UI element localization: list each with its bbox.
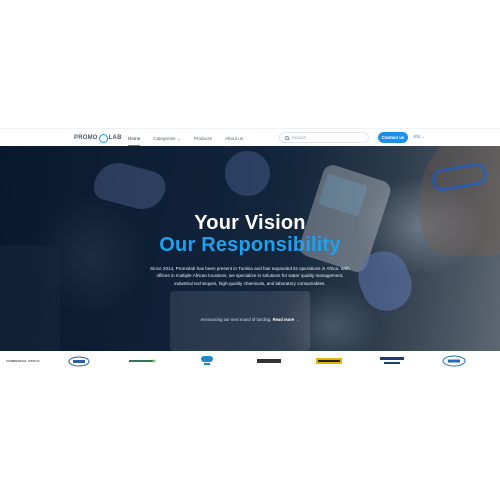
search-icon	[285, 135, 289, 140]
hebersel-logo-icon	[257, 359, 281, 363]
hero-description: Since 2014, Promolab has been present in…	[150, 266, 350, 286]
chevron-down-icon: ⌄	[177, 135, 181, 141]
nav-item-home[interactable]: Home	[128, 136, 141, 146]
partner-logo-hach[interactable]	[200, 355, 214, 367]
language-label: EN	[414, 134, 421, 139]
chevron-down-icon: ⌄	[421, 134, 425, 139]
hero-title: Your Vision	[194, 212, 306, 234]
logo-ring-icon	[98, 133, 108, 143]
partners-label: COMMERCIAL OFFICE	[6, 359, 40, 363]
ika-logo-icon	[442, 355, 466, 367]
partner-logo-growsmart[interactable]	[128, 355, 156, 367]
partner-logo-labstech[interactable]	[316, 355, 342, 367]
announcement-text: Announcing our next round of funding.	[200, 317, 272, 322]
partner-logo-hebersel[interactable]	[256, 355, 282, 367]
logo-text-right: LAB	[108, 135, 122, 141]
partner-logo-ika[interactable]	[442, 355, 466, 367]
growsmart-logo-icon	[129, 359, 156, 363]
language-selector[interactable]: EN ⌄	[414, 134, 424, 139]
labstech-logo-icon	[316, 358, 342, 364]
promolab-logo[interactable]: PROMO LAB	[74, 132, 122, 144]
hero-subtitle: Our Responsibility	[159, 234, 341, 256]
search-box[interactable]	[279, 132, 369, 143]
nav-item-categories-label: Categories	[153, 135, 176, 141]
partner-logo-gerbo[interactable]	[68, 355, 90, 367]
arrow-right-icon: →	[295, 317, 300, 322]
hach-logo-icon	[201, 356, 213, 365]
radwag-logo-icon	[380, 357, 404, 364]
main-nav: Home Categories ⌄ Products About us	[128, 129, 243, 147]
contact-us-button[interactable]: Contact us	[378, 132, 408, 143]
hero-banner: Your Vision Our Responsibility Since 201…	[0, 146, 500, 351]
gerbo-logo-icon	[68, 356, 90, 366]
partner-logo-radwag[interactable]	[378, 355, 406, 367]
read-more-link[interactable]: Read more	[273, 317, 295, 322]
partner-logos-strip: COMMERCIAL OFFICE	[0, 351, 500, 371]
nav-item-categories[interactable]: Categories ⌄	[153, 136, 181, 141]
search-input[interactable]	[292, 135, 362, 140]
logo-text-left: PROMO	[74, 135, 98, 141]
nav-item-about[interactable]: About us	[225, 136, 243, 141]
funding-announcement: Announcing our next round of funding. Re…	[0, 317, 500, 322]
nav-item-products[interactable]: Products	[194, 136, 212, 141]
top-navbar: PROMO LAB Home Categories ⌄ Products Abo…	[0, 128, 500, 148]
